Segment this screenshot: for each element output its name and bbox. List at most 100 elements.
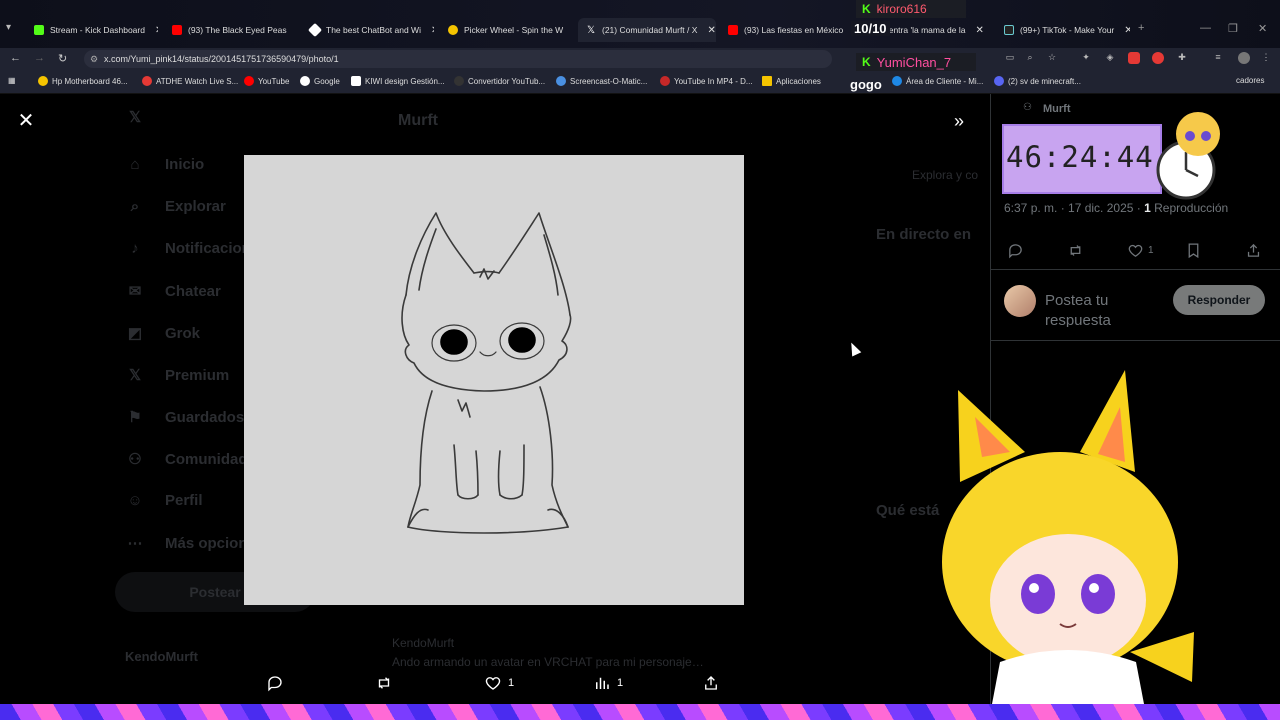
divider [991,269,1280,270]
community-header: Murft [398,112,438,129]
tab-list-icon[interactable]: ▾ [6,22,20,36]
vtuber-avatar [942,370,1194,704]
close-icon[interactable]: ✕ [569,25,572,36]
home-icon: ⌂ [130,156,140,173]
bookmark-item[interactable]: YouTube [244,76,289,86]
star-icon[interactable]: ☆ [1046,52,1058,64]
profile-avatar[interactable] [1238,52,1250,64]
reload-icon[interactable]: ↻ [58,52,67,65]
tab-label: Stream - Kick Dashboard [50,25,145,35]
extension-icon[interactable] [1128,52,1140,64]
window-close-icon[interactable]: ✕ [1258,22,1267,35]
x-logo-icon: 𝕏 [128,109,142,126]
bookmark-item[interactable]: Área de Cliente - Mi... [892,76,983,86]
reply-button[interactable] [266,674,284,692]
tab-chatbot[interactable]: The best ChatBot and Wi ✕ [302,18,434,42]
bookmark-button[interactable] [1185,242,1202,259]
url-field[interactable]: ⚙ x.com/Yumi_pink14/status/2001451751736… [84,50,832,68]
share-icon [1247,243,1260,257]
bookmark-item[interactable]: Hp Motherboard 46... [38,76,128,86]
new-tab-icon[interactable]: + [1138,22,1144,34]
bookmark-item[interactable]: ATDHE Watch Live S... [142,76,238,86]
tab-tiktok[interactable]: (99+) TikTok - Make Your ✕ [996,18,1130,42]
tab-youtube-fiestas[interactable]: (93) Las fiestas en México ✕ [720,18,848,42]
live-heading: En directo en [876,226,972,243]
like-button[interactable]: 1 [484,674,514,692]
account-switcher[interactable]: KendoMurft [125,649,198,664]
bookmark-item[interactable]: Aplicaciones [762,76,821,86]
tab-comunidad-murft[interactable]: 𝕏 (21) Comunidad Murft / X ✕ [578,18,716,42]
views-button[interactable]: 1 [593,674,623,692]
minimize-icon[interactable]: — [1200,22,1211,34]
explore-search-field[interactable]: Explora y co [912,168,978,182]
reply-input[interactable]: Postea tu respuesta [1045,291,1155,327]
maximize-icon[interactable]: ❐ [1228,22,1238,35]
bookmark-item[interactable]: YouTube In MP4 - D... [660,76,753,86]
bookmark-item[interactable]: (2) sv de minecraft... [994,76,1081,86]
close-icon[interactable]: ✕ [1120,25,1130,36]
kick-streamer-badge: K YumiChan_7 [856,53,976,71]
share-button[interactable] [702,674,720,692]
cast-icon[interactable]: ▭ [1004,52,1016,64]
like-button[interactable]: 1 [1127,242,1154,259]
x-logo-icon: 𝕏 [128,367,142,384]
site-info-icon[interactable]: ⚙ [90,54,98,65]
nav-explore[interactable]: ⌕ Explorar [125,198,226,215]
avatar[interactable] [1004,285,1036,317]
puzzle-icon[interactable]: ✚ [1176,52,1188,64]
bookmark-item[interactable]: Google [300,76,340,86]
post-photo[interactable] [244,155,744,605]
nav-grok[interactable]: ◩ Grok [125,324,200,343]
tab-kick-dashboard[interactable]: Stream - Kick Dashboard ✕ [26,18,158,42]
reply-button[interactable] [1007,242,1024,259]
kick-icon: K [862,55,871,69]
close-icon[interactable]: ✕ [427,25,434,36]
bookmark-favicon [142,76,152,86]
nav-profile[interactable]: ☺ Perfil [125,492,202,509]
post-timestamp[interactable]: 6:37 p. m. · 17 dic. 2025 · [1004,201,1141,215]
extension-icon[interactable] [1152,52,1164,64]
repost-button[interactable] [1067,242,1084,259]
close-icon[interactable]: ✕ [971,25,983,36]
bookmark-favicon [892,76,902,86]
community-name[interactable]: Murft [1043,103,1071,115]
reply-icon [1009,244,1022,259]
bookmark-item[interactable]: cadores [1236,76,1264,85]
extension-icon[interactable]: ✦ [1080,52,1092,64]
like-count: 1 [508,677,515,689]
repost-button[interactable] [375,674,393,692]
nav-bookmarks[interactable]: ⚑ Guardados [125,408,244,427]
tab-youtube-peas[interactable]: (93) The Black Eyed Peas ✕ [164,18,296,42]
extension-icon[interactable]: ◈ [1104,52,1116,64]
nav-premium[interactable]: 𝕏 Premium [125,366,229,385]
post-meta: 6:37 p. m. · 17 dic. 2025 · 1 Reproducci… [1004,201,1228,215]
zoom-icon[interactable]: ⌕ [1024,52,1036,64]
close-icon[interactable]: ✕ [17,111,35,131]
x-logo[interactable]: 𝕏 [125,108,145,126]
mail-icon: ✉ [128,283,142,300]
respond-button[interactable]: Responder [1173,285,1265,315]
forward-icon[interactable]: → [34,52,45,64]
back-icon[interactable]: ← [10,52,21,64]
tab-picker-wheel[interactable]: Picker Wheel - Spin the W ✕ [440,18,572,42]
bookmark-item[interactable]: Screencast-O-Matic... [556,76,647,86]
close-icon[interactable]: ✕ [703,25,715,36]
kick-username: YumiChan_7 [876,54,952,70]
reply-author: KendoMurft [392,636,455,650]
tab-label: (93) Las fiestas en México [744,25,844,35]
close-icon[interactable]: ✕ [293,25,296,36]
share-button[interactable] [1245,242,1262,259]
bookmarks-bar: ▦ Hp Motherboard 46... ATDHE Watch Live … [0,70,1280,94]
menu-icon[interactable]: ⋮ [1260,52,1272,64]
nav-home[interactable]: ⌂ Inicio [125,156,204,173]
apps-grid-icon[interactable]: ▦ [8,76,16,85]
bookmark-item[interactable]: Convertidor YouTub... [454,76,545,86]
sidebar-icon[interactable]: ≡ [1212,52,1224,64]
nav-chat[interactable]: ✉ Chatear [125,282,221,301]
tab-discord[interactable]: uentra 'la mama de la ✕ [876,18,986,42]
youtube-icon [728,25,738,35]
expand-panel-icon[interactable]: » [954,111,964,132]
bookmark-item[interactable]: KIWI design Gestión... [351,76,445,86]
tab-label: The best ChatBot and Wi [326,25,421,35]
close-icon[interactable]: ✕ [151,25,158,36]
